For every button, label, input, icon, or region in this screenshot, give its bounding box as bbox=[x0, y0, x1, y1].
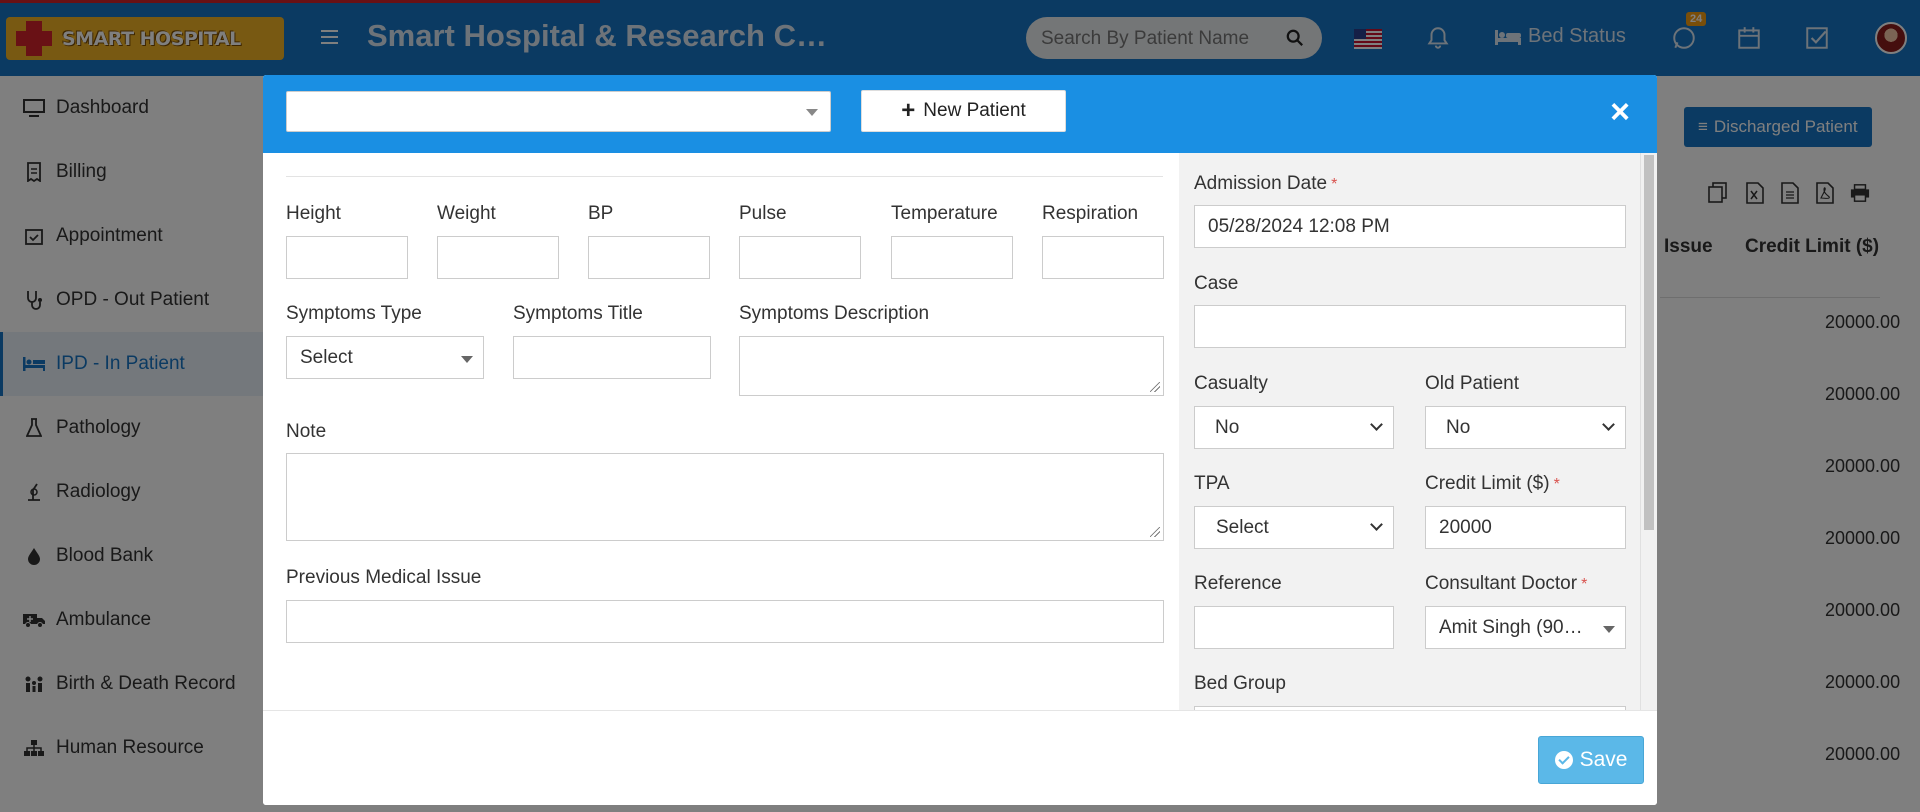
old-patient-select[interactable]: No bbox=[1425, 406, 1626, 449]
reference-input[interactable] bbox=[1194, 606, 1394, 649]
respiration-input[interactable] bbox=[1042, 236, 1164, 279]
weight-label: Weight bbox=[437, 203, 496, 224]
admission-date-label-text: Admission Date bbox=[1194, 173, 1328, 194]
symptoms-type-value: Select bbox=[300, 346, 353, 368]
old-patient-label: Old Patient bbox=[1425, 373, 1519, 394]
reference-label: Reference bbox=[1194, 573, 1282, 594]
case-input[interactable] bbox=[1194, 305, 1626, 348]
height-input[interactable] bbox=[286, 236, 408, 279]
credit-limit-label: Credit Limit ($) * bbox=[1425, 473, 1560, 495]
symptoms-title-input[interactable] bbox=[513, 336, 711, 379]
save-button[interactable]: Save bbox=[1538, 736, 1644, 784]
bp-label: BP bbox=[588, 203, 614, 224]
consultant-doctor-value: Amit Singh (90… bbox=[1439, 616, 1583, 638]
chevron-down-icon bbox=[806, 109, 818, 116]
previous-medical-issue-input[interactable] bbox=[286, 600, 1164, 643]
modal-body: Height Weight BP Pulse Temperature Respi… bbox=[263, 153, 1657, 710]
new-patient-button[interactable]: + New Patient bbox=[861, 90, 1066, 132]
note-label: Note bbox=[286, 421, 327, 442]
chevron-down-icon bbox=[1602, 418, 1615, 431]
section-divider bbox=[286, 176, 1163, 177]
old-patient-value: No bbox=[1446, 416, 1471, 438]
tpa-label: TPA bbox=[1194, 473, 1230, 494]
respiration-label: Respiration bbox=[1042, 203, 1139, 224]
plus-icon: + bbox=[901, 97, 916, 124]
vitals-symptoms-pane: Height Weight BP Pulse Temperature Respi… bbox=[263, 153, 1179, 710]
temperature-label: Temperature bbox=[891, 203, 998, 224]
pulse-label: Pulse bbox=[739, 203, 787, 224]
credit-limit-value: 20000 bbox=[1439, 516, 1492, 538]
consultant-doctor-label: Consultant Doctor * bbox=[1425, 573, 1587, 595]
tpa-value: Select bbox=[1216, 516, 1269, 538]
required-mark: * bbox=[1581, 576, 1588, 593]
close-icon[interactable]: × bbox=[1605, 95, 1635, 129]
admission-date-label: Admission Date * bbox=[1194, 173, 1337, 195]
admission-details-pane: Admission Date * 05/28/2024 12:08 PM Case… bbox=[1179, 153, 1657, 710]
resize-handle-icon[interactable] bbox=[1150, 382, 1160, 392]
add-ipd-patient-modal: + New Patient × Height Weight BP Pulse T… bbox=[263, 75, 1657, 805]
save-label: Save bbox=[1579, 748, 1628, 771]
required-mark: * bbox=[1553, 476, 1560, 493]
consultant-doctor-select[interactable]: Amit Singh (90… bbox=[1425, 606, 1626, 649]
case-label: Case bbox=[1194, 273, 1239, 294]
chevron-down-icon bbox=[1370, 418, 1383, 431]
required-mark: * bbox=[1331, 176, 1338, 193]
height-label: Height bbox=[286, 203, 341, 224]
symptoms-description-label: Symptoms Description bbox=[739, 303, 930, 324]
scrollbar-thumb[interactable] bbox=[1644, 155, 1654, 530]
modal-footer: Save bbox=[263, 710, 1657, 805]
weight-input[interactable] bbox=[437, 236, 559, 279]
symptoms-title-label: Symptoms Title bbox=[513, 303, 643, 324]
bp-input[interactable] bbox=[588, 236, 710, 279]
casualty-value: No bbox=[1215, 416, 1240, 438]
bed-group-label: Bed Group bbox=[1194, 673, 1286, 694]
temperature-input[interactable] bbox=[891, 236, 1013, 279]
symptoms-type-label: Symptoms Type bbox=[286, 303, 422, 324]
chevron-down-icon bbox=[1370, 518, 1383, 531]
consultant-doctor-label-text: Consultant Doctor bbox=[1425, 573, 1578, 594]
symptoms-type-select[interactable]: Select bbox=[286, 336, 484, 379]
casualty-select[interactable]: No bbox=[1194, 406, 1394, 449]
scrollbar[interactable] bbox=[1640, 153, 1657, 710]
admission-date-value: 05/28/2024 12:08 PM bbox=[1208, 215, 1390, 237]
chevron-down-icon bbox=[461, 356, 473, 363]
check-circle-icon bbox=[1554, 751, 1573, 769]
admission-date-input[interactable]: 05/28/2024 12:08 PM bbox=[1194, 205, 1626, 248]
credit-limit-label-text: Credit Limit ($) bbox=[1425, 473, 1550, 494]
note-textarea[interactable] bbox=[286, 453, 1164, 541]
symptoms-description-textarea[interactable] bbox=[739, 336, 1164, 396]
casualty-label: Casualty bbox=[1194, 373, 1268, 394]
credit-limit-input[interactable]: 20000 bbox=[1425, 506, 1626, 549]
previous-medical-issue-label: Previous Medical Issue bbox=[286, 567, 482, 588]
modal-header: + New Patient × bbox=[263, 75, 1657, 153]
patient-select[interactable] bbox=[286, 91, 831, 132]
resize-handle-icon[interactable] bbox=[1150, 527, 1160, 537]
chevron-down-icon bbox=[1603, 626, 1615, 633]
tpa-select[interactable]: Select bbox=[1194, 506, 1394, 549]
new-patient-label: New Patient bbox=[923, 100, 1026, 121]
pulse-input[interactable] bbox=[739, 236, 861, 279]
